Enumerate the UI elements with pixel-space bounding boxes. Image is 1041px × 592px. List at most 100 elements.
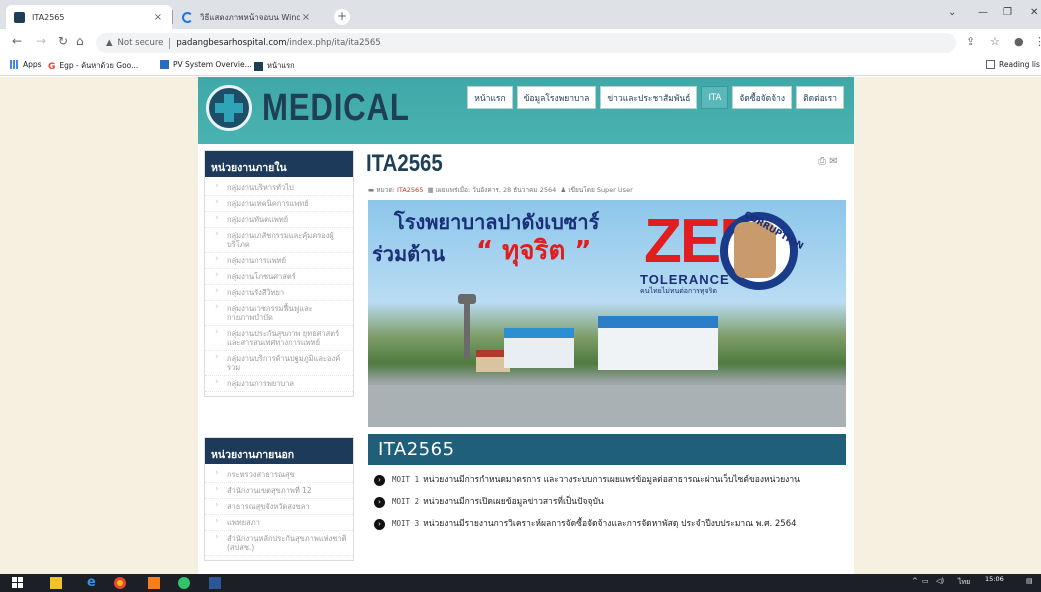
sidebar-item[interactable]: กลุ่มงานโภชนศาสตร์ bbox=[205, 269, 353, 285]
restore-icon[interactable]: ❐ bbox=[1003, 7, 1012, 18]
web-page: MEDICAL หน้าแรก ข้อมูลโรงพยาบาล ข่าวและป… bbox=[0, 77, 1041, 574]
moit-code: MOIT 2 bbox=[392, 497, 420, 506]
app-icon[interactable] bbox=[148, 577, 160, 589]
site-logo-text[interactable]: MEDICAL bbox=[262, 87, 410, 130]
sidebar-item[interactable]: กลุ่มงานบริการด้านปฐมภูมิและองค์รวม bbox=[205, 351, 353, 376]
meta-category-link[interactable]: ITA2565 bbox=[397, 186, 423, 194]
tab-title: ITA2565 bbox=[32, 12, 65, 22]
notifications-icon[interactable]: ▤ bbox=[1026, 577, 1033, 585]
tab-search-icon[interactable]: ⌄ bbox=[948, 7, 956, 18]
loading-icon bbox=[182, 11, 193, 23]
bookmark-label: Egp - ค้นหาด้วย Goo... bbox=[59, 61, 139, 70]
address-toolbar: ← → ↻ ⌂ ▲ Not secure padangbesarhospital… bbox=[0, 29, 1041, 56]
google-icon: G bbox=[48, 61, 56, 72]
banner-corruption-text: “ ทุจริต ” bbox=[476, 236, 592, 266]
sidebar-list: กระทรวงสาธารณสุขสำนักงานเขตสุขภาพที่ 12ส… bbox=[205, 464, 353, 560]
edge-legacy-icon[interactable]: e bbox=[87, 576, 99, 589]
bookmark-apps[interactable]: Apps bbox=[10, 60, 42, 69]
ita-list-item[interactable]: › MOIT 3 หน่วยงานมีรายงานการวิเคราะห์ผลการ… bbox=[368, 517, 846, 531]
road-shape bbox=[368, 385, 846, 427]
file-explorer-icon[interactable] bbox=[50, 577, 62, 589]
sidebar-item[interactable]: สำนักงานหลักประกันสุขภาพแห่งชาติ (สปสช.) bbox=[205, 531, 353, 556]
bookmark-egp[interactable]: G Egp - ค้นหาด้วย Goo... bbox=[48, 60, 138, 72]
sidebar-item[interactable]: กลุ่มงานประกันสุขภาพ ยุทธศาสตร์และสารสนเ… bbox=[205, 326, 353, 351]
moit-code: MOIT 3 bbox=[392, 519, 420, 528]
forward-icon[interactable]: → bbox=[36, 34, 46, 48]
browser-tab-active[interactable]: ITA2565 × bbox=[6, 5, 172, 29]
bookmark-star-icon[interactable]: ☆ bbox=[990, 35, 1000, 48]
back-icon[interactable]: ← bbox=[12, 34, 22, 48]
sidebar-list: กลุ่มงานบริหารทั่วไปกลุ่มงานเทคนิคการแพท… bbox=[205, 177, 353, 396]
email-icon[interactable]: ✉ bbox=[829, 156, 837, 167]
nav-ita[interactable]: ITA bbox=[701, 86, 729, 109]
sidebar-item[interactable]: กระทรวงสาธารณสุข bbox=[205, 467, 353, 483]
site-favicon bbox=[14, 11, 25, 23]
ita-list-item[interactable]: › MOIT 1 หน่วยงานมีการกำหนดมาตรการ และวางร… bbox=[368, 473, 846, 487]
tray-chevron-icon[interactable]: ^ bbox=[912, 577, 918, 585]
new-tab-button[interactable]: + bbox=[334, 9, 350, 25]
sidebar-item[interactable]: กลุ่มงานเวชกรรมฟื้นฟูและกายภาพบำบัด bbox=[205, 301, 353, 326]
water-tower-shape bbox=[464, 300, 470, 360]
sidebar-heading: หน่วยงานภายใน bbox=[205, 151, 353, 177]
banner-tolerance-subtext: คนไทยไม่ทนต่อการทุจริต bbox=[640, 287, 717, 295]
sidebar-item[interactable]: สำนักงานเขตสุขภาพที่ 12 bbox=[205, 483, 353, 499]
sidebar-item[interactable]: กลุ่มงานเทคนิคการแพทย์ bbox=[205, 196, 353, 212]
nav-procurement[interactable]: จัดซื้อจัดจ้าง bbox=[732, 86, 793, 109]
browser-tab[interactable]: วิธีแสดงภาพหน้าจอบน Windows 10 แ × bbox=[174, 5, 320, 29]
close-window-icon[interactable]: ✕ bbox=[1030, 7, 1038, 18]
sidebar-item[interactable]: กลุ่มงานทันตแพทย์ bbox=[205, 212, 353, 228]
taskbar-clock[interactable]: 15:06 bbox=[985, 575, 1004, 583]
bookmark-pv-system[interactable]: PV System Overvie... bbox=[160, 60, 252, 69]
menu-icon[interactable]: ⋮ bbox=[1034, 35, 1041, 48]
nav-hospital-info[interactable]: ข้อมูลโรงพยาบาล bbox=[516, 86, 597, 109]
sidebar-item[interactable]: กลุ่มงานรังสีวิทยา bbox=[205, 285, 353, 301]
close-tab-icon[interactable]: × bbox=[300, 12, 312, 23]
moit-text-link[interactable]: หน่วยงานมีการกำหนดมาตรการ และวางระบบการเ… bbox=[423, 475, 800, 485]
nav-contact[interactable]: ติดต่อเรา bbox=[796, 86, 844, 109]
hospital-building-shape bbox=[598, 316, 718, 370]
site-header: MEDICAL หน้าแรก ข้อมูลโรงพยาบาล ข่าวและป… bbox=[198, 77, 854, 144]
print-icon[interactable]: ⎙ bbox=[818, 156, 826, 167]
sidebar-item[interactable]: แพทยสภา bbox=[205, 515, 353, 531]
minimize-icon[interactable]: — bbox=[978, 7, 988, 18]
site-favicon bbox=[254, 61, 263, 71]
reload-icon[interactable]: ↻ bbox=[58, 34, 68, 48]
pv-system-icon bbox=[160, 60, 169, 69]
word-icon[interactable] bbox=[209, 577, 221, 589]
user-icon: ♟ bbox=[560, 186, 567, 194]
sidebar-item[interactable]: กลุ่มงานการแพทย์ bbox=[205, 253, 353, 269]
sidebar-item[interactable]: สาธารณสุขจังหวัดสงขลา bbox=[205, 499, 353, 515]
sidebar-item[interactable]: กลุ่มงานการพยาบาล bbox=[205, 376, 353, 392]
url-domain: padangbesarhospital.com bbox=[176, 38, 287, 48]
nav-news[interactable]: ข่าวและประชาสัมพันธ์ bbox=[600, 86, 698, 109]
language-indicator[interactable]: ไทย bbox=[958, 577, 970, 588]
reading-list[interactable]: Reading lis bbox=[986, 60, 1040, 69]
line-app-icon[interactable] bbox=[178, 577, 190, 589]
home-icon[interactable]: ⌂ bbox=[76, 34, 84, 48]
ita-section: ITA2565 › MOIT 1 หน่วยงานมีการกำหนดมาตรการ… bbox=[368, 434, 846, 574]
network-icon[interactable]: ▭ bbox=[922, 577, 929, 585]
moit-text-link[interactable]: หน่วยงานมีรายงานการวิเคราะห์ผลการจัดซื้อ… bbox=[423, 519, 796, 529]
moit-text-link[interactable]: หน่วยงานมีการเปิดเผยข้อมูลข่าวสารที่เป็น… bbox=[423, 497, 604, 507]
url-input[interactable]: ▲ Not secure padangbesarhospital.com/ind… bbox=[96, 33, 956, 53]
ita-list-item[interactable]: › MOIT 2 หน่วยงานมีการเปิดเผยข้อมูลข่าวสาร… bbox=[368, 495, 846, 509]
reading-list-icon bbox=[986, 60, 995, 69]
browser-tab-bar: ITA2565 × วิธีแสดงภาพหน้าจอบน Windows 10… bbox=[0, 0, 1041, 29]
profile-icon[interactable]: ● bbox=[1014, 35, 1024, 48]
sidebar-item[interactable]: กลุ่มงานเภสัชกรรมและคุ้มครองผู้บริโภค bbox=[205, 228, 353, 253]
chrome-icon[interactable] bbox=[114, 577, 126, 589]
warning-icon[interactable]: ▲ bbox=[106, 38, 113, 48]
volume-icon[interactable]: ◁) bbox=[936, 577, 944, 585]
close-tab-icon[interactable]: × bbox=[152, 12, 164, 23]
share-icon[interactable]: ⇪ bbox=[966, 35, 975, 48]
url-divider bbox=[169, 37, 171, 49]
arrow-circle-icon: › bbox=[374, 519, 385, 530]
article-actions: ⎙ ✉ bbox=[818, 156, 838, 167]
folder-icon: ▬ bbox=[368, 186, 375, 194]
sidebar-item[interactable]: กลุ่มงานบริหารทั่วไป bbox=[205, 180, 353, 196]
windows-start-icon[interactable] bbox=[12, 577, 24, 589]
bookmark-home[interactable]: หน้าแรก bbox=[254, 60, 295, 72]
bookmarks-bar: Apps G Egp - ค้นหาด้วย Goo... PV System … bbox=[0, 56, 1041, 76]
nav-home[interactable]: หน้าแรก bbox=[467, 86, 513, 109]
medical-cross-logo-icon[interactable] bbox=[206, 85, 252, 131]
